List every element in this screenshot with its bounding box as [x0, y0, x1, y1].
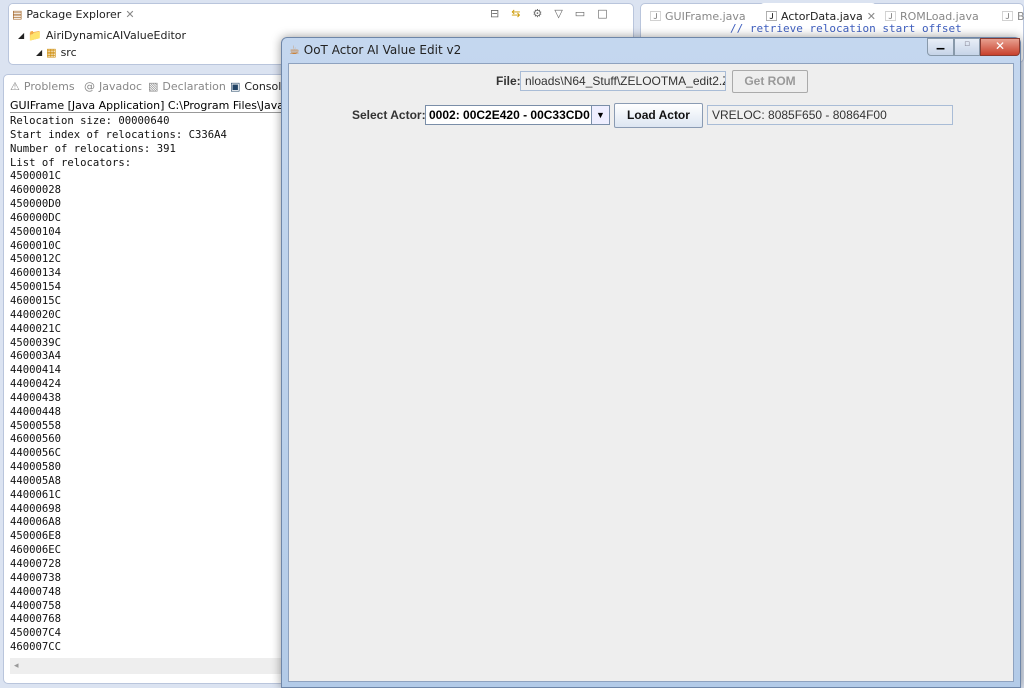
- select-actor-label: Select Actor:: [352, 108, 426, 122]
- console-line: 460003A4: [10, 350, 62, 363]
- link-editor-icon[interactable]: ⇆: [511, 7, 520, 20]
- console-line: 450000D0: [10, 198, 62, 211]
- actor-select[interactable]: 0002: 00C2E420 - 00C33CD0 ▼: [425, 105, 610, 125]
- console-line: 44000738: [10, 571, 62, 584]
- close-button[interactable]: ✕: [980, 38, 1020, 56]
- console-line: List of relocators:: [10, 156, 132, 169]
- declaration-icon: ▧: [148, 80, 159, 93]
- console-line: 460000DC: [10, 211, 62, 224]
- window-title-bar[interactable]: ☕ OoT Actor AI Value Edit v2: [289, 43, 461, 57]
- console-line: 4600015C: [10, 294, 62, 307]
- console-line: 450006E8: [10, 530, 62, 543]
- console-line: Start index of relocations: C336A4: [10, 128, 227, 141]
- tree-item-project[interactable]: ◢ 📁 AiriDynamicAIValueEditor: [18, 29, 186, 42]
- console-line: 46000560: [10, 433, 62, 446]
- console-line: 460006EC: [10, 544, 62, 557]
- view-toolbar: ⊟ ⇆ ⚙ ▽ ▭ □: [490, 7, 608, 20]
- chevron-down-icon[interactable]: ▼: [591, 106, 609, 124]
- console-line: 44000728: [10, 558, 62, 570]
- console-line: 44000414: [10, 364, 62, 377]
- console-line: 46000028: [10, 184, 62, 197]
- console-line: 4600010C: [10, 239, 62, 252]
- console-line: Number of relocations: 391: [10, 142, 176, 155]
- console-line: 450007C4: [10, 627, 62, 640]
- collapse-all-icon[interactable]: ⊟: [490, 7, 499, 20]
- close-icon[interactable]: ✕: [867, 10, 876, 23]
- console-line: 45000558: [10, 419, 62, 432]
- console-line: 44000748: [10, 585, 62, 598]
- console-line: 44000768: [10, 613, 62, 626]
- console-line: 4400021C: [10, 322, 62, 335]
- file-label: File:: [496, 74, 521, 88]
- app-window: ☕ OoT Actor AI Value Edit v2 ▁ ▫ ✕ File: …: [281, 37, 1021, 688]
- console-line: 4400061C: [10, 488, 62, 501]
- console-line: 4400020C: [10, 308, 62, 321]
- console-line: Relocation size: 00000640: [10, 115, 170, 127]
- editor-tab[interactable]: 🄹Bi: [1002, 8, 1024, 24]
- horizontal-scrollbar[interactable]: ◂: [10, 658, 285, 674]
- console-line: 44000424: [10, 378, 62, 391]
- view-menu-icon[interactable]: ▽: [554, 7, 562, 20]
- maximize-button[interactable]: ▫: [954, 38, 980, 56]
- tab-problems[interactable]: ⚠ Problems: [10, 80, 75, 93]
- tab-declaration[interactable]: ▧ Declaration: [148, 80, 226, 93]
- console-line: 44000448: [10, 405, 62, 418]
- source-folder-icon: ▦: [46, 46, 57, 59]
- console-line: 45000154: [10, 281, 62, 294]
- console-line: 44000438: [10, 391, 62, 404]
- close-icon[interactable]: ✕: [125, 8, 134, 21]
- code-line: // retrieve relocation start offset: [730, 22, 962, 35]
- console-line: 4500012C: [10, 253, 62, 266]
- package-icon: ▤: [12, 8, 23, 21]
- java-file-icon: 🄹: [650, 10, 661, 23]
- project-icon: 📁: [28, 29, 42, 42]
- java-file-icon: 🄹: [1002, 10, 1013, 23]
- at-icon: @: [84, 80, 95, 93]
- maximize-icon[interactable]: □: [597, 7, 607, 20]
- console-line: 4500039C: [10, 336, 62, 349]
- console-line: 45000104: [10, 225, 62, 238]
- file-path-field[interactable]: nloads\N64_Stuff\ZELOOTMA_edit2.Z64: [520, 71, 726, 91]
- package-explorer-tab-label[interactable]: ▤ Package Explorer ✕: [12, 8, 135, 21]
- minimize-button[interactable]: ▁: [927, 38, 954, 56]
- dialog-content: File: nloads\N64_Stuff\ZELOOTMA_edit2.Z6…: [288, 63, 1014, 682]
- vreloc-field[interactable]: VRELOC: 8085F650 - 80864F00: [707, 105, 953, 125]
- tab-console[interactable]: ▣ Console: [230, 80, 288, 93]
- console-output[interactable]: Relocation size: 00000640 Start index of …: [10, 115, 227, 655]
- console-line: 460007CC: [10, 641, 62, 654]
- java-icon: ☕: [289, 43, 300, 57]
- tree-item-src[interactable]: ◢ ▦ src: [36, 46, 77, 59]
- problems-icon: ⚠: [10, 80, 20, 93]
- expand-icon[interactable]: ◢: [36, 48, 42, 57]
- load-actor-button[interactable]: Load Actor: [614, 103, 703, 128]
- console-line: 44000758: [10, 599, 62, 612]
- console-line: 440006A8: [10, 516, 62, 529]
- minimize-icon[interactable]: ▭: [575, 7, 585, 20]
- console-line: 4400056C: [10, 447, 62, 460]
- console-header: GUIFrame [Java Application] C:\Program F…: [10, 99, 285, 113]
- console-line: 440005A8: [10, 474, 62, 487]
- expand-icon[interactable]: ◢: [18, 31, 24, 40]
- console-line: 44000580: [10, 461, 62, 474]
- console-icon: ▣: [230, 80, 241, 93]
- filter-icon[interactable]: ⚙: [532, 7, 542, 20]
- tab-javadoc[interactable]: @ Javadoc: [84, 80, 142, 93]
- console-line: 4500001C: [10, 170, 62, 183]
- console-line: 46000134: [10, 267, 62, 280]
- console-line: 44000698: [10, 502, 62, 515]
- get-rom-button[interactable]: Get ROM: [732, 70, 808, 93]
